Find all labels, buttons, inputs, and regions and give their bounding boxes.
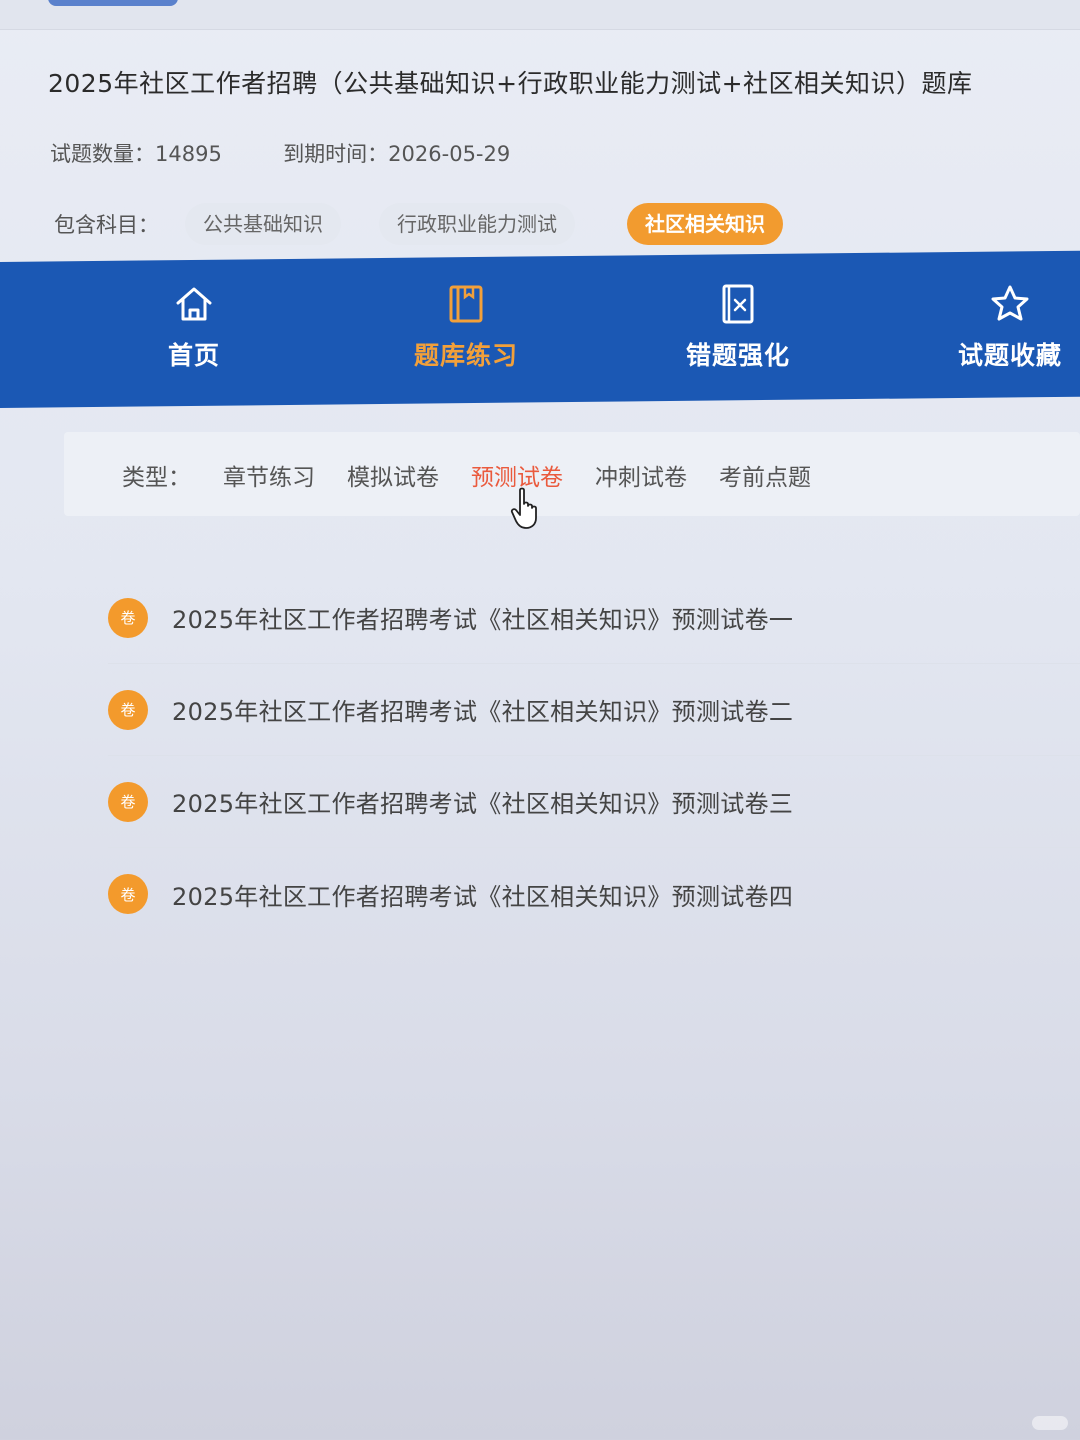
type-option-pre-exam-tips[interactable]: 考前点题 <box>719 458 811 492</box>
nav-label-favorites: 试题收藏 <box>957 341 1062 370</box>
paper-badge-icon: 卷 <box>108 781 148 822</box>
paper-item[interactable]: 卷 2025年社区工作者招聘考试《社区相关知识》预测试卷四 <box>108 848 1080 940</box>
question-count: 试题数量：14895 <box>50 142 222 166</box>
type-filter-label: 类型： <box>122 465 191 491</box>
paper-badge-icon: 卷 <box>108 597 148 638</box>
subject-chip-admin-aptitude[interactable]: 行政职业能力测试 <box>379 203 575 245</box>
watermark <box>1032 1416 1068 1430</box>
course-title: 2025年社区工作者招聘（公共基础知识+行政职业能力测试+社区相关知识）题库 <box>48 69 973 98</box>
subjects-row: 包含科目： 公共基础知识 行政职业能力测试 社区相关知识 <box>54 202 821 246</box>
paper-list: 卷 2025年社区工作者招聘考试《社区相关知识》预测试卷一 卷 2025年社区工… <box>108 572 1080 940</box>
paper-item[interactable]: 卷 2025年社区工作者招聘考试《社区相关知识》预测试卷二 <box>108 664 1080 756</box>
paper-title[interactable]: 2025年社区工作者招聘考试《社区相关知识》预测试卷四 <box>172 877 793 912</box>
site-logo[interactable] <box>48 0 178 6</box>
type-filter-panel: 类型： 章节练习 模拟试卷 预测试卷 冲刺试卷 考前点题 <box>64 432 1080 516</box>
star-icon <box>988 282 1032 326</box>
course-info-card: 2025年社区工作者招聘（公共基础知识+行政职业能力测试+社区相关知识）题库 试… <box>0 30 1080 270</box>
wrong-question-icon <box>716 282 760 326</box>
course-meta: 试题数量：14895 到期时间：2026-05-29 <box>50 138 510 168</box>
nav-item-wrong-questions[interactable]: 错题强化 <box>638 282 838 372</box>
subject-chip-community-knowledge[interactable]: 社区相关知识 <box>627 203 783 245</box>
paper-title[interactable]: 2025年社区工作者招聘考试《社区相关知识》预测试卷一 <box>172 600 793 635</box>
type-option-mock-exam[interactable]: 模拟试卷 <box>347 458 439 492</box>
type-filter: 类型： 章节练习 模拟试卷 预测试卷 冲刺试卷 考前点题 <box>122 458 843 492</box>
main-nav: 首页 题库练习 错题强化 试题收藏 <box>0 250 1080 408</box>
paper-item[interactable]: 卷 2025年社区工作者招聘考试《社区相关知识》预测试卷三 <box>108 756 1080 848</box>
nav-item-question-bank[interactable]: 题库练习 <box>366 282 566 372</box>
paper-title[interactable]: 2025年社区工作者招聘考试《社区相关知识》预测试卷二 <box>172 692 793 727</box>
type-option-chapter-practice[interactable]: 章节练习 <box>223 458 315 492</box>
subjects-label: 包含科目： <box>54 213 159 237</box>
subject-chip-public-basics[interactable]: 公共基础知识 <box>185 203 341 245</box>
paper-badge-icon: 卷 <box>108 689 148 730</box>
nav-item-home[interactable]: 首页 <box>94 282 294 372</box>
home-icon <box>172 282 216 326</box>
nav-label-question-bank: 题库练习 <box>413 341 518 370</box>
expiry-date: 到期时间：2026-05-29 <box>283 142 511 166</box>
paper-item[interactable]: 卷 2025年社区工作者招聘考试《社区相关知识》预测试卷一 <box>108 572 1080 664</box>
top-strip <box>0 0 1080 30</box>
paper-badge-icon: 卷 <box>108 874 148 914</box>
book-icon <box>444 282 488 326</box>
nav-label-home: 首页 <box>167 341 220 370</box>
paper-title[interactable]: 2025年社区工作者招聘考试《社区相关知识》预测试卷三 <box>172 784 793 819</box>
hand-cursor-icon <box>510 486 544 530</box>
nav-item-favorites[interactable]: 试题收藏 <box>910 282 1080 372</box>
nav-label-wrong-questions: 错题强化 <box>685 341 790 370</box>
type-option-sprint-exam[interactable]: 冲刺试卷 <box>595 458 687 492</box>
